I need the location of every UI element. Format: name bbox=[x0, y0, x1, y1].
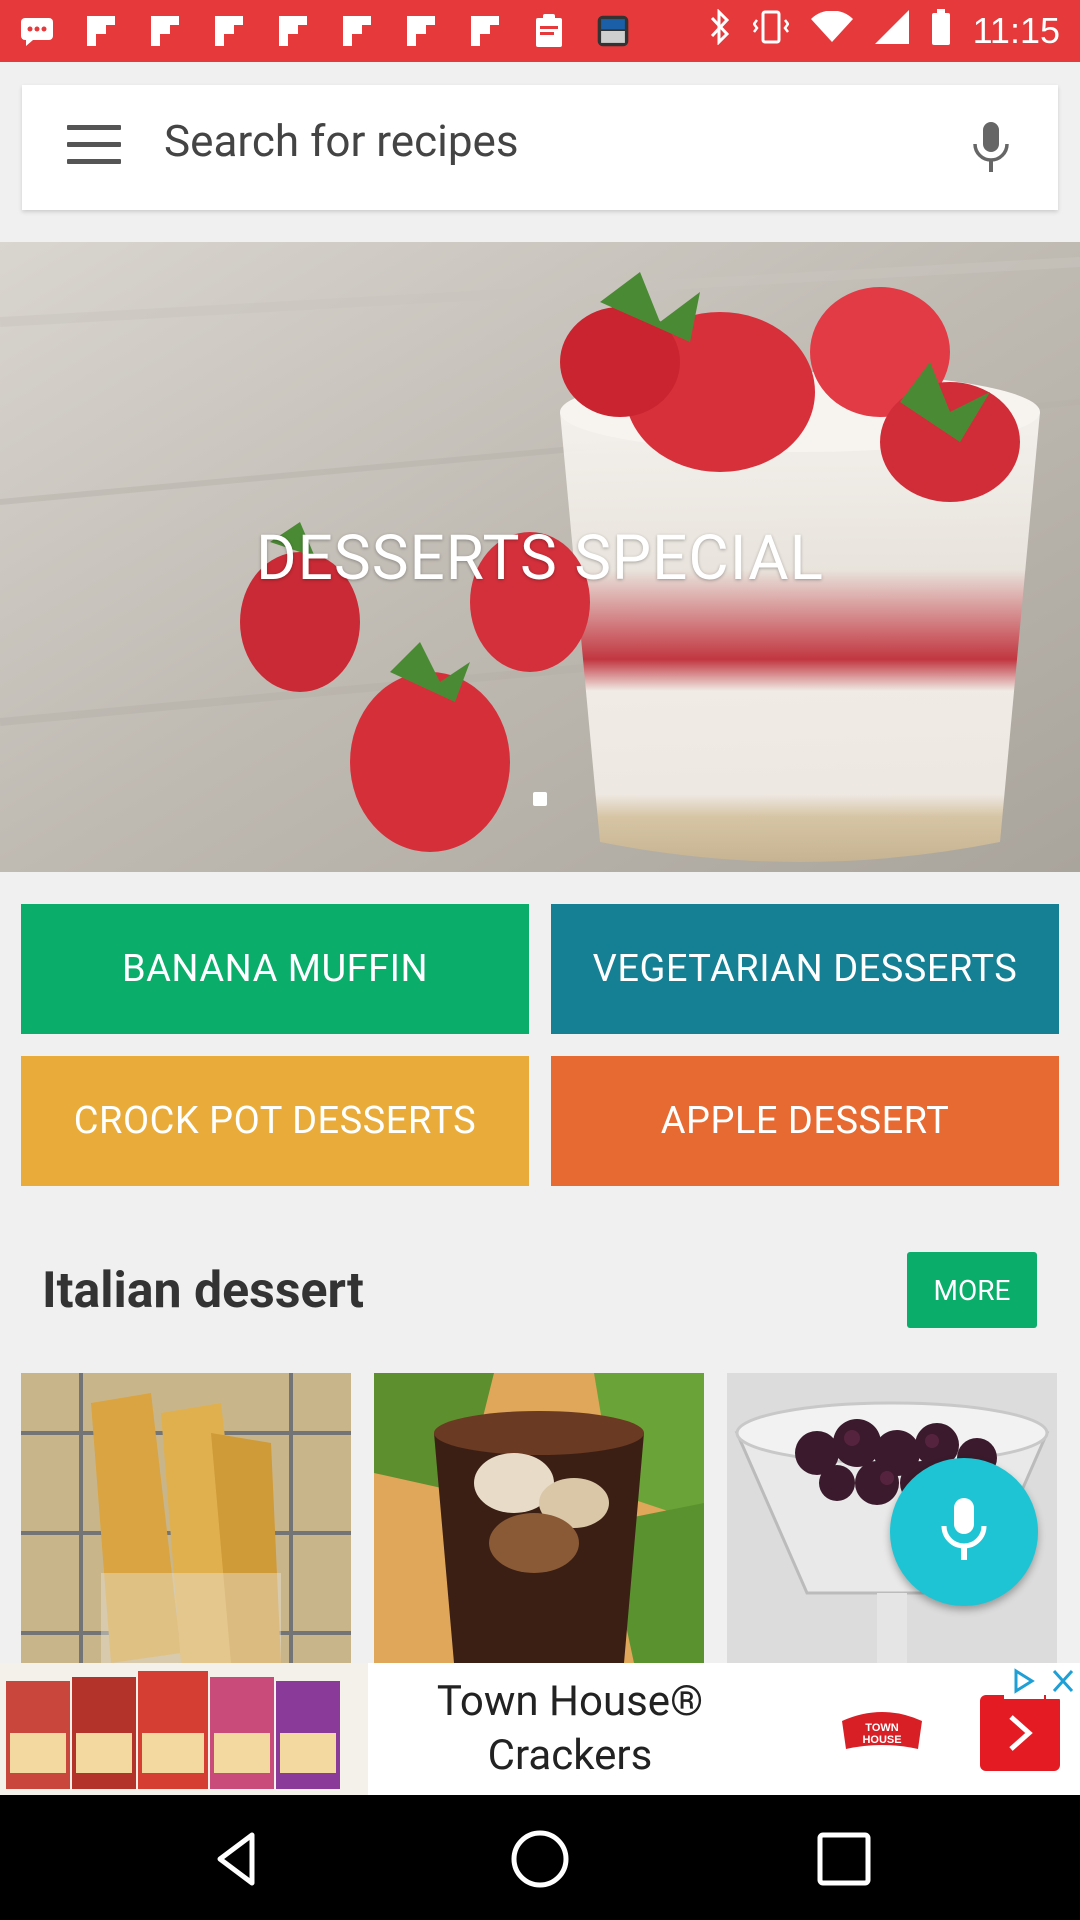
microphone-icon bbox=[938, 1496, 990, 1568]
ad-open-button[interactable] bbox=[980, 1695, 1060, 1771]
more-button[interactable]: MORE bbox=[907, 1252, 1037, 1328]
status-bar: 11:15 bbox=[0, 0, 1080, 62]
svg-text:HOUSE: HOUSE bbox=[862, 1734, 901, 1746]
battery-icon bbox=[931, 8, 951, 54]
flipboard-icon bbox=[340, 14, 374, 48]
clipboard-icon bbox=[532, 14, 566, 48]
home-icon[interactable] bbox=[508, 1827, 572, 1891]
flipboard-icon bbox=[212, 14, 246, 48]
ad-product-image bbox=[0, 1663, 368, 1795]
news-app-icon bbox=[596, 14, 630, 48]
voice-search-button[interactable] bbox=[890, 1458, 1038, 1606]
recipe-thumbnail[interactable] bbox=[21, 1373, 351, 1663]
ad-close-icon[interactable] bbox=[1046, 1663, 1080, 1699]
adchoices-icon[interactable] bbox=[1004, 1663, 1044, 1699]
carousel-indicator bbox=[533, 792, 547, 806]
message-icon bbox=[20, 14, 54, 48]
category-crock-pot-desserts-button[interactable]: CROCK POT DESSERTS bbox=[21, 1056, 529, 1186]
ad-brand-logo: TOWN HOUSE bbox=[838, 1703, 926, 1755]
category-vegetarian-desserts-button[interactable]: VEGETARIAN DESSERTS bbox=[551, 904, 1059, 1034]
recipe-thumbnail[interactable] bbox=[374, 1373, 704, 1663]
category-banana-muffin-button[interactable]: BANANA MUFFIN bbox=[21, 904, 529, 1034]
flipboard-icon bbox=[84, 14, 118, 48]
flipboard-icon bbox=[276, 14, 310, 48]
search-bar[interactable]: Search for recipes bbox=[22, 85, 1058, 210]
svg-text:TOWN: TOWN bbox=[865, 1722, 898, 1734]
wifi-icon bbox=[810, 10, 853, 52]
flipboard-icon bbox=[404, 14, 438, 48]
vibrate-icon bbox=[752, 10, 790, 53]
microphone-icon[interactable] bbox=[969, 120, 1013, 175]
search-input[interactable]: Search for recipes bbox=[164, 115, 519, 167]
category-apple-dessert-button[interactable]: APPLE DESSERT bbox=[551, 1056, 1059, 1186]
ad-headline[interactable]: Town House® Crackers bbox=[390, 1675, 750, 1783]
recents-icon[interactable] bbox=[812, 1827, 876, 1891]
flipboard-icon bbox=[468, 14, 502, 48]
flipboard-icon bbox=[148, 14, 182, 48]
signal-icon bbox=[874, 9, 909, 53]
section-title: Italian dessert bbox=[42, 1262, 364, 1320]
hero-title: DESSERTS SPECIAL bbox=[255, 522, 825, 595]
clock: 11:15 bbox=[972, 10, 1060, 51]
hero-banner[interactable]: DESSERTS SPECIAL bbox=[0, 242, 1080, 872]
system-nav-bar bbox=[0, 1795, 1080, 1920]
bluetooth-icon bbox=[709, 7, 731, 54]
ad-banner[interactable]: Town House® Crackers TOWN HOUSE bbox=[0, 1663, 1080, 1795]
back-icon[interactable] bbox=[206, 1827, 270, 1891]
hamburger-menu-icon[interactable] bbox=[67, 125, 121, 169]
